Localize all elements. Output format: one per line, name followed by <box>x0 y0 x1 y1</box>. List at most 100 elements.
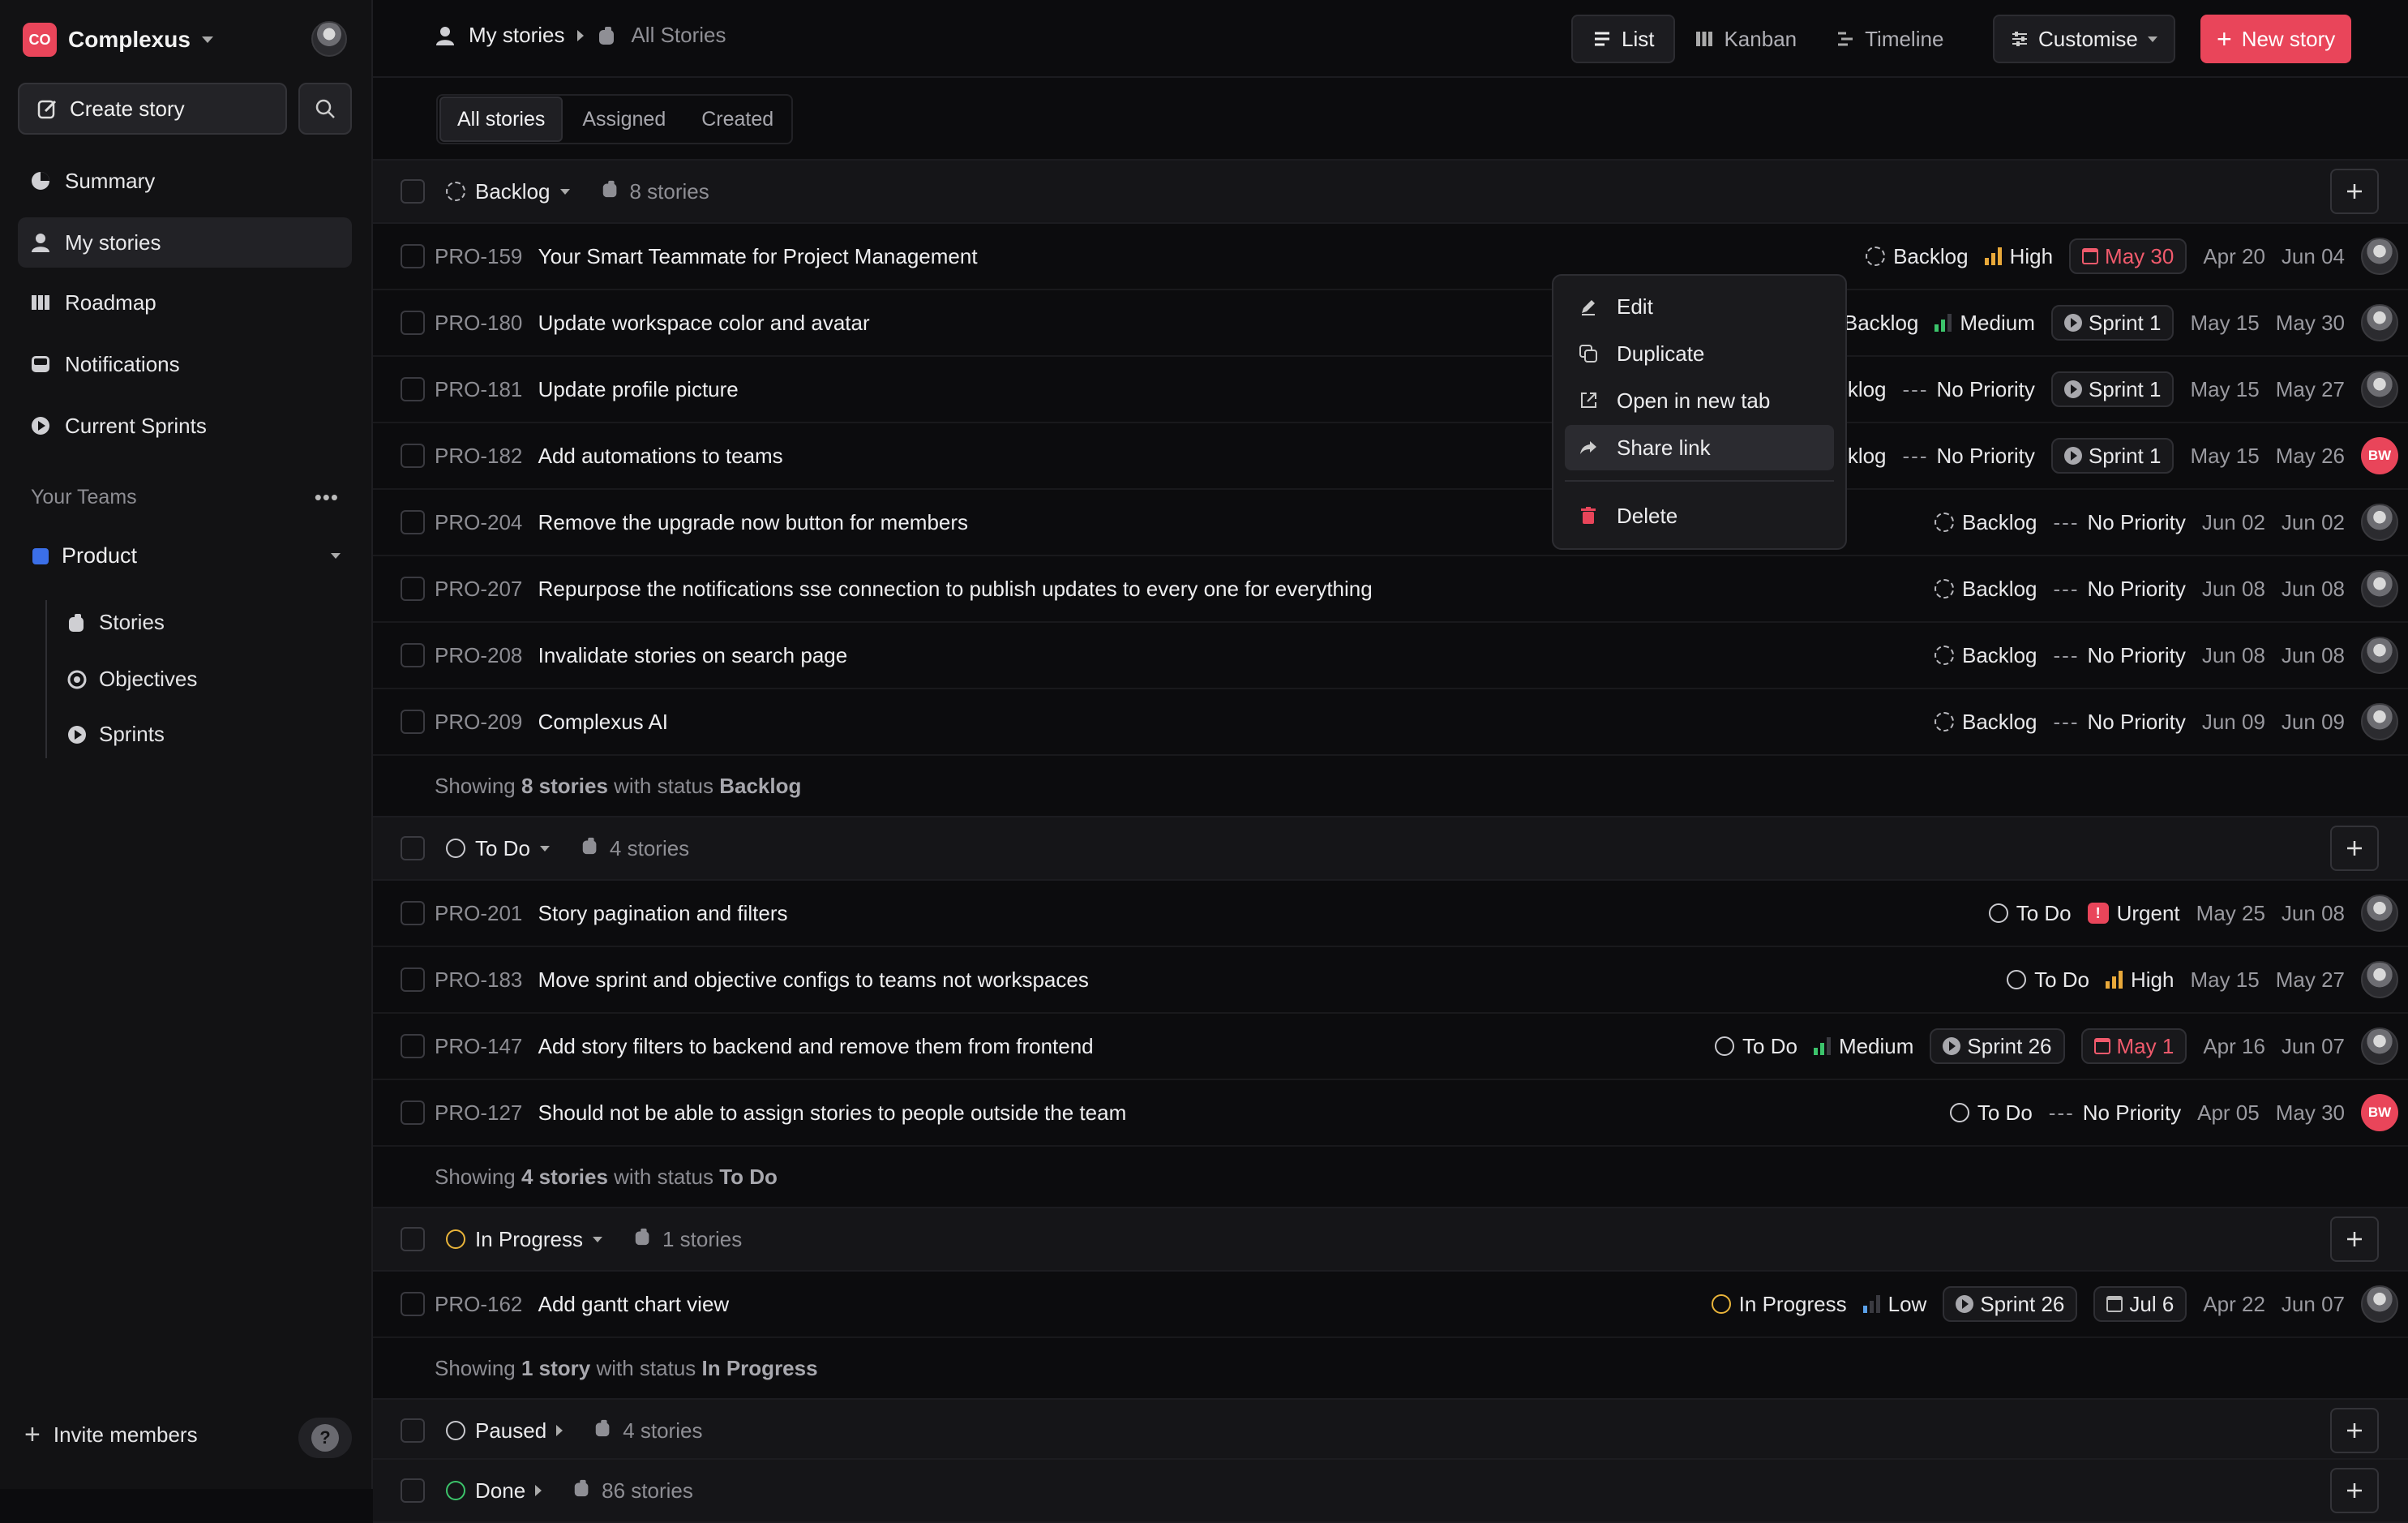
assignee-avatar[interactable] <box>2361 570 2398 607</box>
priority-chip[interactable]: ! Urgent <box>2087 901 2180 926</box>
priority-chip[interactable]: --- No Priority <box>2054 643 2186 668</box>
assignee-avatar[interactable] <box>2361 304 2398 341</box>
priority-chip[interactable]: Medium <box>1813 1034 1913 1059</box>
assignee-avatar[interactable]: BW <box>2361 437 2398 474</box>
team-product[interactable]: Product <box>32 543 341 568</box>
table-row[interactable]: PRO-183 Move sprint and objective config… <box>373 947 2408 1014</box>
customise-button[interactable]: Customise <box>1993 15 2175 63</box>
add-story-button[interactable] <box>2330 1408 2379 1453</box>
priority-chip[interactable]: --- No Priority <box>1903 444 2035 469</box>
assignee-avatar[interactable] <box>2361 1285 2398 1323</box>
team-item-objectives[interactable]: Objectives <box>66 667 197 692</box>
status-chip[interactable]: Backlog <box>1866 244 1969 269</box>
priority-chip[interactable]: High <box>1984 244 2053 269</box>
new-story-button[interactable]: + New story <box>2200 15 2352 63</box>
assignee-avatar[interactable] <box>2361 894 2398 932</box>
story-title[interactable]: Move sprint and objective configs to tea… <box>538 967 1089 992</box>
story-title[interactable]: Update profile picture <box>538 377 739 401</box>
group-status-label[interactable]: In Progress 1 stories <box>446 1227 742 1252</box>
story-title[interactable]: Complexus AI <box>538 710 668 734</box>
table-row[interactable]: PRO-147 Add story filters to backend and… <box>373 1014 2408 1080</box>
row-checkbox[interactable] <box>401 577 425 601</box>
nav-notifications[interactable]: Notifications <box>18 339 352 389</box>
nav-current-sprints[interactable]: Current Sprints <box>18 401 352 451</box>
story-title[interactable]: Update workspace color and avatar <box>538 311 870 335</box>
status-chip[interactable]: To Do <box>1715 1034 1797 1059</box>
due-date-chip[interactable]: May 1 <box>2080 1028 2187 1064</box>
sprint-chip[interactable]: Sprint 1 <box>2050 371 2174 407</box>
row-checkbox[interactable] <box>401 1100 425 1125</box>
view-kanban-button[interactable]: Kanban <box>1675 15 1816 63</box>
priority-chip[interactable]: High <box>2105 967 2174 993</box>
sprint-chip[interactable]: Sprint 26 <box>1930 1028 2065 1064</box>
story-title[interactable]: Story pagination and filters <box>538 901 788 925</box>
table-row[interactable]: PRO-180 Update workspace color and avata… <box>373 290 2408 357</box>
assignee-avatar[interactable] <box>2361 504 2398 541</box>
menu-item-edit[interactable]: Edit <box>1565 284 1834 329</box>
sprint-chip[interactable]: Sprint 26 <box>1943 1286 2078 1322</box>
add-story-button[interactable] <box>2330 1216 2379 1262</box>
priority-chip[interactable]: --- No Priority <box>2054 510 2186 535</box>
menu-item-duplicate[interactable]: Duplicate <box>1565 331 1834 376</box>
sprint-chip[interactable]: Sprint 1 <box>2050 438 2174 474</box>
row-checkbox[interactable] <box>401 510 425 534</box>
view-list-button[interactable]: List <box>1571 15 1676 63</box>
story-title[interactable]: Add story filters to backend and remove … <box>538 1034 1094 1058</box>
assignee-avatar[interactable] <box>2361 961 2398 998</box>
team-item-sprints[interactable]: Sprints <box>66 722 165 747</box>
row-checkbox[interactable] <box>401 710 425 734</box>
story-title[interactable]: Remove the upgrade now button for member… <box>538 510 968 534</box>
due-date-chip[interactable]: May 30 <box>2069 238 2187 274</box>
priority-chip[interactable]: --- No Priority <box>2054 710 2186 735</box>
table-row[interactable]: PRO-209 Complexus AI Backlog --- No Priorit… <box>373 689 2408 756</box>
story-title[interactable]: Your Smart Teammate for Project Manageme… <box>538 244 978 268</box>
row-checkbox[interactable] <box>401 967 425 992</box>
assignee-avatar[interactable] <box>2361 703 2398 740</box>
priority-chip[interactable]: --- No Priority <box>2049 1100 2181 1126</box>
status-chip[interactable]: Backlog <box>1935 710 2037 735</box>
status-chip[interactable]: Backlog <box>1935 510 2037 535</box>
table-row[interactable]: PRO-208 Invalidate stories on search pag… <box>373 623 2408 689</box>
table-row[interactable]: PRO-162 Add gantt chart view In Progress L… <box>373 1272 2408 1338</box>
due-date-chip[interactable]: Jul 6 <box>2093 1286 2187 1322</box>
table-row[interactable]: PRO-159 Your Smart Teammate for Project … <box>373 224 2408 290</box>
row-checkbox[interactable] <box>401 1034 425 1058</box>
group-checkbox[interactable] <box>401 179 425 204</box>
menu-item-open-new-tab[interactable]: Open in new tab <box>1565 378 1834 423</box>
row-checkbox[interactable] <box>401 1292 425 1316</box>
search-button[interactable] <box>298 83 352 135</box>
add-story-button[interactable] <box>2330 826 2379 871</box>
chevron-down-icon[interactable] <box>331 553 341 559</box>
priority-chip[interactable]: Low <box>1862 1292 1926 1317</box>
row-checkbox[interactable] <box>401 901 425 925</box>
table-row[interactable]: PRO-182 Add automations to teams Backlog -… <box>373 423 2408 490</box>
assignee-avatar[interactable] <box>2361 238 2398 275</box>
more-icon[interactable]: ••• <box>315 485 339 510</box>
table-row[interactable]: PRO-181 Update profile picture Backlog ---… <box>373 357 2408 423</box>
user-avatar[interactable] <box>311 21 347 57</box>
add-story-button[interactable] <box>2330 1468 2379 1513</box>
group-status-label[interactable]: Backlog 8 stories <box>446 179 709 204</box>
view-timeline-button[interactable]: Timeline <box>1816 15 1963 63</box>
assignee-avatar[interactable] <box>2361 1027 2398 1065</box>
group-checkbox[interactable] <box>401 1418 425 1443</box>
sprint-chip[interactable]: Sprint 1 <box>2050 305 2174 341</box>
tab-all-stories[interactable]: All stories <box>439 97 563 142</box>
status-chip[interactable]: Backlog <box>1935 643 2037 668</box>
status-chip[interactable]: To Do <box>1988 901 2072 926</box>
story-title[interactable]: Add automations to teams <box>538 444 783 468</box>
group-checkbox[interactable] <box>401 836 425 860</box>
table-row[interactable]: PRO-127 Should not be able to assign sto… <box>373 1080 2408 1147</box>
menu-item-delete[interactable]: Delete <box>1565 493 1834 538</box>
story-title[interactable]: Invalidate stories on search page <box>538 643 848 667</box>
nav-roadmap[interactable]: Roadmap <box>18 277 352 328</box>
help-button[interactable]: ? <box>298 1418 352 1458</box>
status-chip[interactable]: To Do <box>1949 1100 2033 1126</box>
table-row[interactable]: PRO-207 Repurpose the notifications sse … <box>373 556 2408 623</box>
workspace-switcher[interactable]: CO Complexus <box>23 23 213 57</box>
story-title[interactable]: Should not be able to assign stories to … <box>538 1100 1127 1125</box>
row-checkbox[interactable] <box>401 643 425 667</box>
assignee-avatar[interactable]: BW <box>2361 1094 2398 1131</box>
team-item-stories[interactable]: Stories <box>66 610 165 635</box>
row-checkbox[interactable] <box>401 311 425 335</box>
